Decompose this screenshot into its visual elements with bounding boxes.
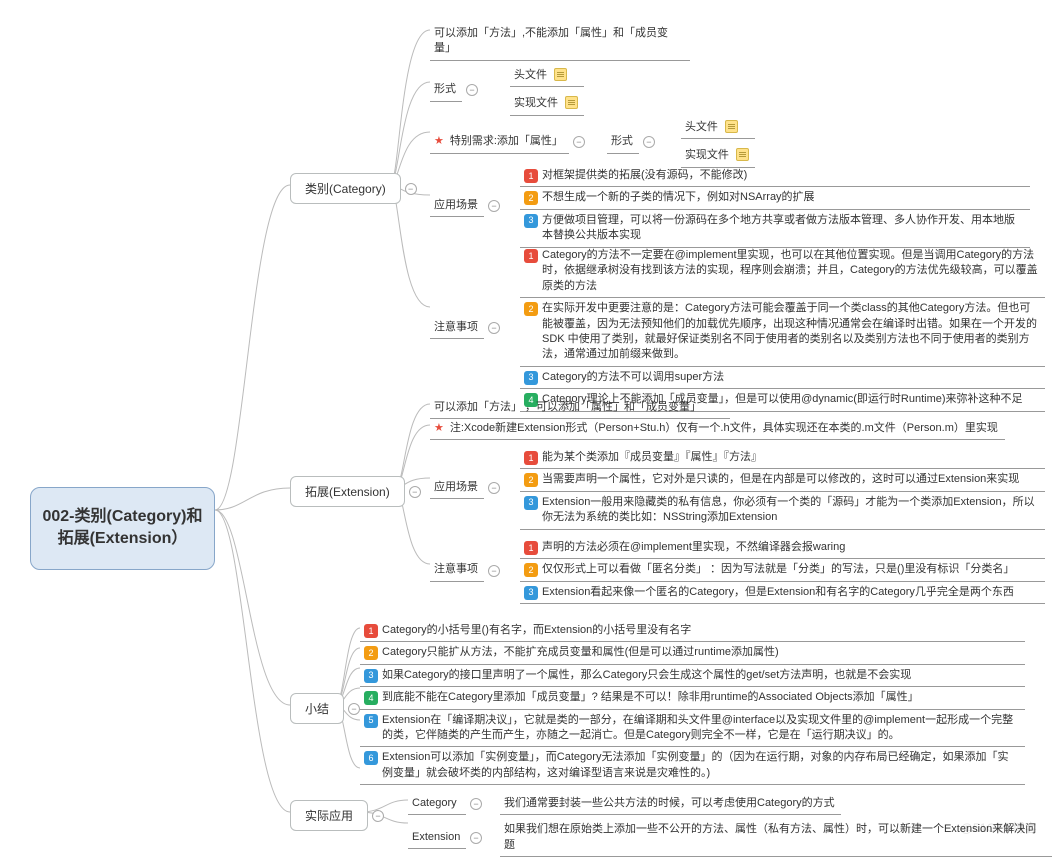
note-icon [736,148,749,161]
practice-cat-text: 我们通常要封装一些公共方法的时候，可以考虑使用Category的方式 [500,793,841,815]
scenario-item: 3方便做项目管理，可以将一份源码在多个地方共享或者做方法版本管理、多人协作开发、… [520,210,1030,248]
notes-label: 注意事项 [430,559,484,581]
expander-icon[interactable]: − [488,565,500,577]
note-item: 2仅仅形式上可以看做「匿名分类」 ：因为写法就是「分类」的写法，只是()里没有标… [520,559,1045,581]
note-item: 2在实际开发中更要注意的是：Category方法可能会覆盖于同一个类class的… [520,298,1045,367]
scenario-label: 应用场景 [430,477,484,499]
summary-item: 5Extension在「编译期决议」，它就是类的一部分，在编译期和头文件里@in… [360,710,1025,748]
note-icon [554,68,567,81]
summary-item: 3如果Category的接口里声明了一个属性，那么Category只会生成这个属… [360,665,1025,687]
note-item: 1Category的方法不一定要在@implement里实现，也可以在其他位置实… [520,245,1045,298]
note-item: 1声明的方法必须在@implement里实现，不然编译器会报waring [520,537,1045,559]
expander-icon[interactable]: − [573,136,585,148]
expander-icon[interactable]: − [348,703,360,715]
notes-label: 注意事项 [430,317,484,339]
form-label: 形式 [430,79,462,101]
summary-item: 1Category的小括号里()有名字，而Extension的小括号里没有名字 [360,620,1025,642]
text: 可以添加「方法」,不能添加「属性」和「成员变量」 [434,26,684,57]
extension-note: ★注:Xcode新建Extension形式（Person+Stu.h）仅有一个.… [430,418,1005,440]
summary-item: 2Category只能扩从方法，不能扩充成员变量和属性(但是可以通过runtim… [360,642,1025,664]
form-label: 形式 [607,131,639,153]
extension-cap: 可以添加「方法」 ，可以添加「属性」和「成员变量」 [430,397,730,419]
note-item: 3Category的方法不可以调用super方法 [520,367,1045,389]
scenario-item: 1能为某个类添加『成员变量』『属性』『方法』 [520,447,1045,469]
category-cap: 可以添加「方法」,不能添加「属性」和「成员变量」 [430,23,690,61]
impl-file: 实现文件 [510,93,584,115]
section-category[interactable]: 类别(Category) [290,173,401,204]
expander-icon[interactable]: − [470,832,482,844]
expander-icon[interactable]: − [488,322,500,334]
expander-icon[interactable]: − [643,136,655,148]
scenario-item: 2不想生成一个新的子类的情况下，例如对NSArray的扩展 [520,187,1030,209]
summary-item: 4到底能不能在Category里添加「成员变量」? 结果是不可以！除非用runt… [360,687,1025,709]
practice-cat-label: Category [408,793,466,815]
watermark: @51CTO博客 [960,819,1037,836]
expander-icon[interactable]: − [466,84,478,96]
practice-ext-label: Extension [408,827,466,849]
expander-icon[interactable]: − [409,486,421,498]
scenario-item: 3Extension一般用来隐藏类的私有信息，你必须有一个类的「源码」才能为一个… [520,492,1045,530]
note-icon [725,120,738,133]
summary-item: 6Extension可以添加「实例变量」，而Category无法添加「实例变量」… [360,747,1025,785]
special-need: ★特别需求:添加「属性」 [430,131,569,153]
section-extension[interactable]: 拓展(Extension) [290,476,405,507]
scenario-item: 2当需要声明一个属性，它对外是只读的，但是在内部是可以修改的，这时可以通过Ext… [520,469,1045,491]
note-icon [565,96,578,109]
header-file: 头文件 [510,65,584,87]
expander-icon[interactable]: − [372,810,384,822]
section-practice[interactable]: 实际应用 [290,800,368,831]
scenario-label: 应用场景 [430,195,484,217]
star-icon: ★ [434,421,444,436]
expander-icon[interactable]: − [470,798,482,810]
expander-icon[interactable]: − [405,183,417,195]
section-summary[interactable]: 小结 [290,693,344,724]
header-file: 头文件 [681,117,755,139]
scenario-item: 1对框架提供类的拓展(没有源码，不能修改) [520,165,1030,187]
expander-icon[interactable]: − [488,200,500,212]
root-node[interactable]: 002-类别(Category)和拓展(Extension） [30,487,215,570]
star-icon: ★ [434,134,444,149]
expander-icon[interactable]: − [488,482,500,494]
note-item: 3Extension看起来像一个匿名的Category，但是Extension和… [520,582,1045,604]
